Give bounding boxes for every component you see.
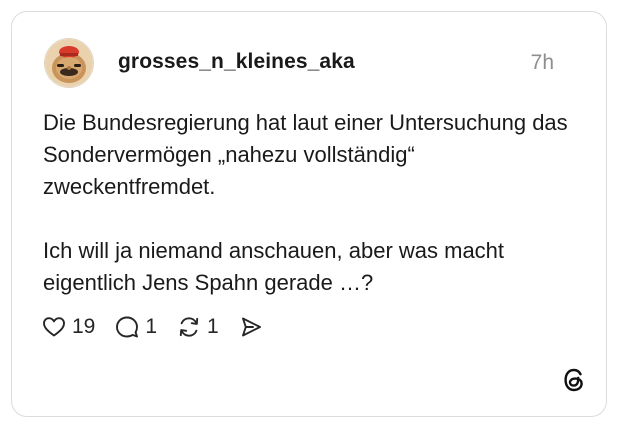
username[interactable]: grosses_n_kleines_aka [118,50,355,74]
like-count: 19 [72,315,96,338]
share-send-icon [239,315,263,339]
share-button[interactable] [239,315,263,339]
like-button[interactable]: 19 [42,315,95,339]
heart-icon [42,315,66,339]
post-body: Die Bundesregierung hat laut einer Unter… [43,107,573,299]
post-paragraph: Die Bundesregierung hat laut einer Unter… [43,110,568,199]
post-timestamp: 7h [530,51,554,74]
comment-bubble-icon [115,315,139,339]
avatar-image [45,39,93,87]
post-paragraph: Ich will ja niemand anschauen, aber was … [43,238,505,295]
repost-button[interactable]: 1 [177,315,219,339]
threads-logo-icon [560,366,588,394]
avatar[interactable] [44,38,94,88]
repost-count: 1 [207,315,219,338]
post-actions: 19 1 1 [42,312,263,342]
post-card: grosses_n_kleines_aka 7h Die Bundesregie… [11,11,607,417]
reply-count: 1 [145,315,158,338]
repost-icon [177,315,201,339]
reply-button[interactable]: 1 [115,315,157,339]
